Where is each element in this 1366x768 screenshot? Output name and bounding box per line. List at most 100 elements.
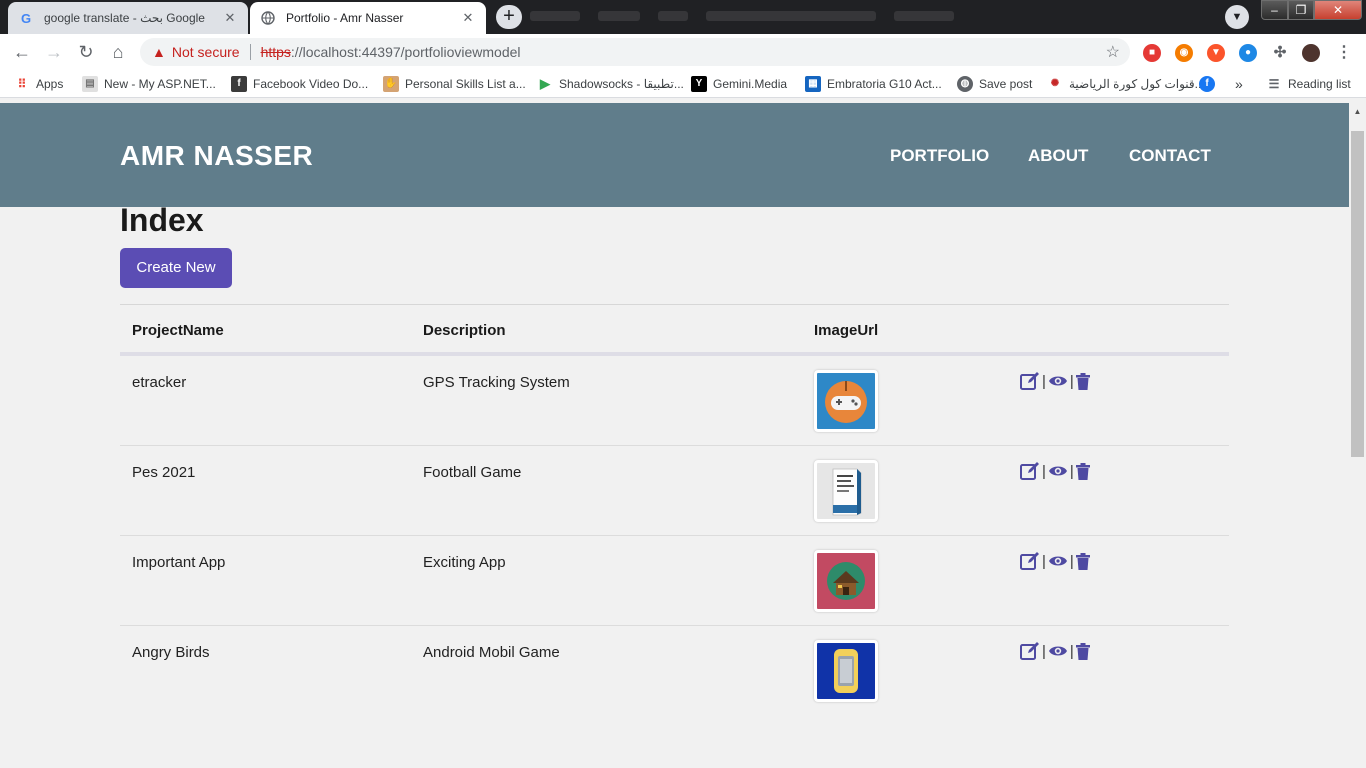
adblock-extension-icon[interactable]: ■ xyxy=(1143,44,1161,62)
hand-icon: ✋ xyxy=(383,76,399,92)
more-menu-icon[interactable]: ⋮ xyxy=(1335,44,1353,62)
table-row: Angry Birds Android Mobil Game | | xyxy=(120,626,1229,716)
bookmark-label: Save post xyxy=(979,77,1033,91)
bookmark-kooora[interactable]: ✺ قنوات كول كورة الرياضية... xyxy=(1047,76,1205,92)
description-cell: GPS Tracking System xyxy=(423,374,570,391)
description-cell: Exciting App xyxy=(423,554,506,571)
bookmark-embratoria[interactable]: ▦ Embratoria G10 Act... xyxy=(805,76,942,92)
gamepad-thumbnail xyxy=(814,370,878,432)
book-cover-thumbnail xyxy=(814,460,878,522)
bookmark-label: Shadowsocks - تطبيقا... xyxy=(559,77,684,91)
action-separator: | xyxy=(1069,552,1074,570)
bookmark-gemini-media[interactable]: Y Gemini.Media xyxy=(691,76,787,92)
table-header-row: ProjectName Description ImageUrl xyxy=(120,304,1229,356)
nav-about[interactable]: ABOUT xyxy=(1028,146,1088,166)
delete-trash-icon[interactable] xyxy=(1075,372,1090,390)
bookmark-facebook-video[interactable]: f Facebook Video Do... xyxy=(231,76,368,92)
apps-grid-icon: ⠿ xyxy=(14,76,30,92)
page-scrollbar[interactable]: ▲ xyxy=(1349,103,1366,768)
globe-icon xyxy=(260,10,276,26)
project-name-cell: etracker xyxy=(132,374,187,391)
delete-trash-icon[interactable] xyxy=(1075,552,1090,570)
bookmark-facebook[interactable]: f xyxy=(1199,76,1221,92)
window-minimize-button[interactable]: – xyxy=(1261,0,1288,20)
blurred-taskbar-overlay xyxy=(530,8,1210,24)
edit-icon[interactable] xyxy=(1020,642,1040,660)
bookmark-label: Gemini.Media xyxy=(713,77,788,91)
view-eye-icon[interactable] xyxy=(1048,644,1068,658)
reading-list-button[interactable]: ☰ Reading list xyxy=(1266,76,1351,92)
rss-extension-icon[interactable]: ◉ xyxy=(1175,44,1193,62)
y-logo-icon: Y xyxy=(691,76,707,92)
page-title: Index xyxy=(120,202,204,238)
bookmark-label: Apps xyxy=(36,77,64,91)
url-path: ://localhost:44397/portfolioviewmodel xyxy=(290,44,521,60)
nav-contact[interactable]: CONTACT xyxy=(1129,146,1211,166)
close-tab-icon[interactable]: ✕ xyxy=(222,10,238,26)
table-row: Pes 2021 Football Game | | xyxy=(120,446,1229,536)
window-close-button[interactable]: ✕ xyxy=(1314,0,1362,20)
project-name-cell: Pes 2021 xyxy=(132,464,196,481)
club-icon: ✺ xyxy=(1047,76,1063,92)
reading-list-label: Reading list xyxy=(1288,77,1351,91)
row-actions: | | xyxy=(1020,552,1090,570)
delete-trash-icon[interactable] xyxy=(1075,462,1090,480)
project-name-cell: Angry Birds xyxy=(132,644,210,661)
new-tab-button[interactable]: + xyxy=(496,5,522,29)
view-eye-icon[interactable] xyxy=(1048,554,1068,568)
bookmark-label: Personal Skills List a... xyxy=(405,77,526,91)
tab-title: Portfolio - Amr Nasser xyxy=(286,11,404,25)
back-arrow-icon[interactable]: ← xyxy=(10,40,34,64)
address-bar[interactable]: ▲ Not secure https ://localhost:44397/po… xyxy=(140,38,1130,66)
edit-icon[interactable] xyxy=(1020,372,1040,390)
bookmark-label: New - My ASP.NET... xyxy=(104,77,216,91)
close-tab-icon[interactable]: ✕ xyxy=(460,10,476,26)
site-icon: ▦ xyxy=(805,76,821,92)
column-header-projectname: ProjectName xyxy=(132,322,224,339)
tab-search-dropdown-icon[interactable]: ▼ xyxy=(1225,5,1249,29)
bookmarks-overflow-chevron[interactable]: » xyxy=(1235,76,1243,92)
reload-icon[interactable]: ↻ xyxy=(74,40,98,64)
window-maximize-button[interactable]: ❐ xyxy=(1288,0,1314,20)
row-actions: | | xyxy=(1020,642,1090,660)
page-icon: ▤ xyxy=(82,76,98,92)
forward-arrow-icon[interactable]: → xyxy=(42,40,66,64)
scrollbar-thumb[interactable] xyxy=(1351,131,1364,457)
delete-trash-icon[interactable] xyxy=(1075,642,1090,660)
browser-tab-google-translate[interactable]: G google translate - بحث Google ✕ xyxy=(8,2,248,34)
browser-tab-strip: G google translate - بحث Google ✕ Portfo… xyxy=(0,0,1366,34)
bookmark-asp-net[interactable]: ▤ New - My ASP.NET... xyxy=(82,76,216,92)
site-brand[interactable]: AMR NASSER xyxy=(120,140,313,172)
not-secure-label[interactable]: Not secure xyxy=(172,44,240,60)
scroll-up-arrow-icon[interactable]: ▲ xyxy=(1349,107,1366,116)
phone-thumbnail xyxy=(814,640,878,702)
description-cell: Android Mobil Game xyxy=(423,644,560,661)
view-eye-icon[interactable] xyxy=(1048,374,1068,388)
bookmark-label: قنوات كول كورة الرياضية... xyxy=(1069,77,1205,91)
nav-portfolio[interactable]: PORTFOLIO xyxy=(890,146,989,166)
bookmark-save-post[interactable]: ◍ Save post xyxy=(957,76,1032,92)
warning-triangle-icon: ▲ xyxy=(152,44,166,60)
edit-icon[interactable] xyxy=(1020,462,1040,480)
bookmark-personal-skills[interactable]: ✋ Personal Skills List a... xyxy=(383,76,526,92)
bookmark-apps[interactable]: ⠿ Apps xyxy=(14,76,63,92)
bookmarks-bar: ⠿ Apps ▤ New - My ASP.NET... f Facebook … xyxy=(0,70,1366,98)
reading-list-icon: ☰ xyxy=(1266,76,1282,92)
create-new-button[interactable]: Create New xyxy=(120,248,232,288)
edit-icon[interactable] xyxy=(1020,552,1040,570)
profile-avatar[interactable] xyxy=(1302,44,1320,62)
browser-tab-portfolio[interactable]: Portfolio - Amr Nasser ✕ xyxy=(250,2,486,34)
view-eye-icon[interactable] xyxy=(1048,464,1068,478)
globe-extension-icon[interactable]: ● xyxy=(1239,44,1257,62)
extensions-puzzle-icon[interactable]: ✣ xyxy=(1271,44,1289,62)
bookmark-star-icon[interactable]: ☆ xyxy=(1106,42,1120,62)
google-icon: G xyxy=(20,10,32,26)
portfolio-table: ProjectName Description ImageUrl etracke… xyxy=(120,304,1229,716)
home-icon[interactable]: ⌂ xyxy=(106,40,130,64)
brave-extension-icon[interactable]: ▼ xyxy=(1207,44,1225,62)
project-name-cell: Important App xyxy=(132,554,226,571)
url-scheme: https xyxy=(260,44,291,60)
bookmark-shadowsocks[interactable]: ▶ Shadowsocks - تطبيقا... xyxy=(537,76,684,92)
bookmark-label: Facebook Video Do... xyxy=(253,77,369,91)
table-row: etracker GPS Tracking System | | xyxy=(120,356,1229,446)
